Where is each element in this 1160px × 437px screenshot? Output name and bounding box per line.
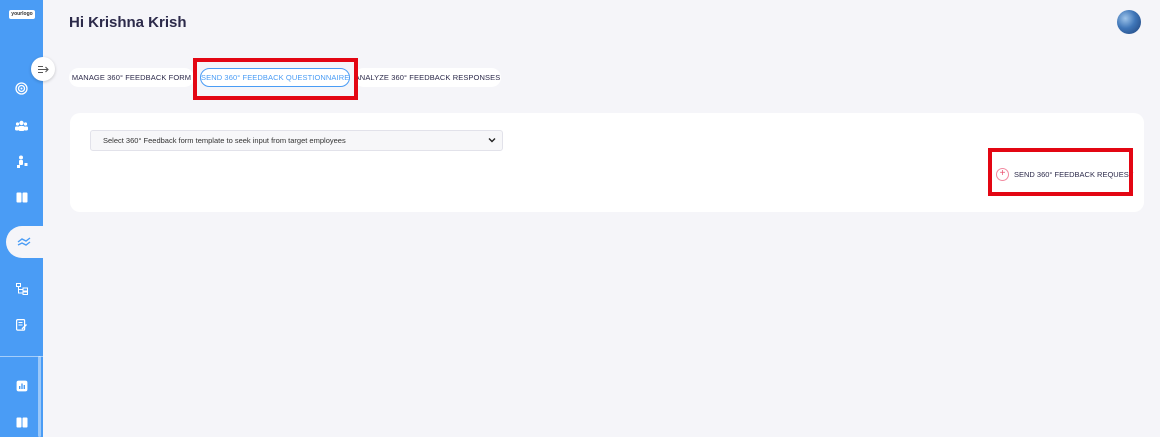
collapse-arrow-icon [38,65,49,73]
team-icon[interactable] [13,117,30,134]
feedback-icon [15,233,32,250]
report-icon[interactable] [13,316,30,333]
template-select[interactable]: Select 360° Feedback form template to se… [90,130,503,151]
tab-analyze-feedback-responses[interactable]: ANALYZE 360° FEEDBACK RESPONSES [354,68,501,87]
org-chart-icon[interactable] [13,280,30,297]
feedback-request-card: Select 360° Feedback form template to se… [70,113,1144,212]
user-avatar[interactable] [1117,10,1141,34]
chevron-down-icon [488,132,496,151]
page-greeting: Hi Krishna Krish [69,14,187,31]
sidebar-collapse-button[interactable] [31,57,55,81]
book-icon[interactable] [13,189,30,206]
highlight-box [988,148,1133,196]
sidebar-item-feedback[interactable] [0,224,56,260]
logo: yourlogo [9,10,35,19]
template-select-value: Select 360° Feedback form template to se… [103,136,346,145]
highlight-box [193,58,358,100]
sidebar-divider [0,356,43,357]
analytics-icon[interactable] [13,377,30,394]
user-tree-icon[interactable] [13,153,30,170]
tab-manage-feedback-form[interactable]: MANAGE 360° FEEDBACK FORM [69,68,194,87]
book-icon[interactable] [13,414,30,431]
target-icon[interactable] [13,80,30,97]
sidebar-scrollbar[interactable] [38,356,41,437]
